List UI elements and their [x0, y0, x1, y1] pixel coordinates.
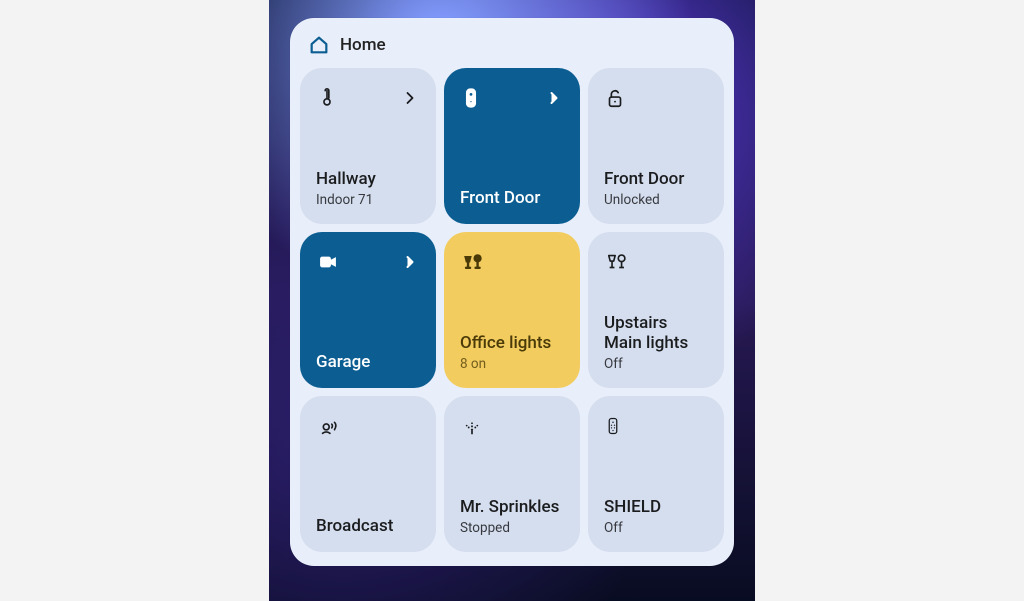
chevron-right-icon: [400, 252, 420, 272]
tile-lock[interactable]: Front Door Unlocked: [588, 68, 724, 224]
tile-subtitle: Stopped: [460, 520, 564, 536]
tile-sprinkler[interactable]: Mr. Sprinkles Stopped: [444, 396, 580, 552]
card-header[interactable]: Home: [300, 28, 724, 68]
lock-open-icon: [604, 86, 626, 110]
home-icon: [308, 34, 330, 56]
tile-thermostat[interactable]: Hallway Indoor 71: [300, 68, 436, 224]
tile-doorbell[interactable]: Front Door: [444, 68, 580, 224]
broadcast-icon: [316, 415, 342, 437]
sprinkler-icon: [460, 415, 484, 437]
home-widget-card: Home Hallway Indoor 71: [290, 18, 734, 566]
tile-title: Hallway: [316, 169, 420, 189]
lamp-icon: [460, 251, 486, 273]
card-title: Home: [340, 35, 386, 55]
tile-title: Front Door: [460, 188, 564, 208]
doorbell-icon: [460, 85, 482, 111]
tile-subtitle: Indoor 71: [316, 192, 420, 208]
tile-subtitle: Off: [604, 356, 708, 372]
tile-subtitle: Unlocked: [604, 192, 708, 208]
tile-title: Office lights: [460, 333, 564, 353]
tile-shield-tv[interactable]: SHIELD Off: [588, 396, 724, 552]
tile-title: Mr. Sprinkles: [460, 497, 564, 517]
tile-subtitle: Off: [604, 520, 708, 536]
tile-subtitle: 8 on: [460, 356, 564, 372]
remote-icon: [604, 413, 622, 439]
chevron-right-icon: [544, 88, 564, 108]
tile-camera[interactable]: Garage: [300, 232, 436, 388]
tile-office-lights[interactable]: Office lights 8 on: [444, 232, 580, 388]
tile-upstairs-lights[interactable]: Upstairs Main lights Off: [588, 232, 724, 388]
tile-title: Front Door: [604, 169, 708, 189]
video-camera-icon: [316, 252, 340, 272]
chevron-right-icon: [400, 88, 420, 108]
thermostat-icon: [316, 86, 338, 110]
tile-title: SHIELD: [604, 497, 708, 517]
tile-grid: Hallway Indoor 71 Front Door: [300, 68, 724, 552]
tile-title: Garage: [316, 352, 420, 372]
tile-broadcast[interactable]: Broadcast: [300, 396, 436, 552]
lamp-icon: [604, 251, 630, 273]
tile-title: Broadcast: [316, 516, 420, 536]
tile-title: Upstairs Main lights: [604, 313, 708, 353]
